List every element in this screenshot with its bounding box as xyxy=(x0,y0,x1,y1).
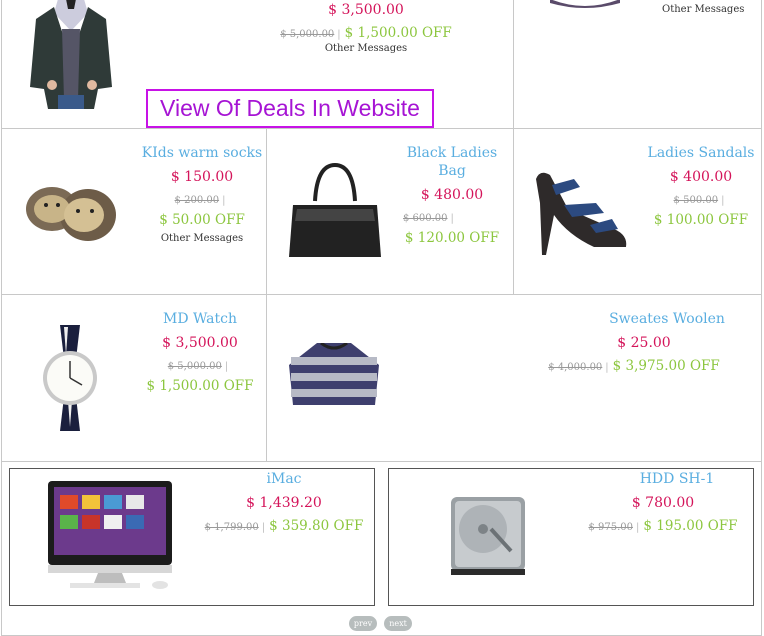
deal-cell-bag[interactable]: Black Ladies Bag $ 480.00 $ 600.00 | $ 12… xyxy=(266,128,514,295)
old-price: $ 975.00 xyxy=(588,522,633,533)
old-price: $ 500.00 xyxy=(673,195,719,206)
deal-info: $ 3,500.00 $ 5,000.00 | $ 1,500.00 OFF Oth… xyxy=(280,1,452,54)
deals-banner: View Of Deals In Website xyxy=(146,89,434,128)
discount: $ 1,500.00 OFF xyxy=(146,378,254,394)
product-name[interactable]: HDD SH-1 xyxy=(579,470,747,488)
old-price: $ 5,000.00 xyxy=(280,29,335,40)
separator: | xyxy=(450,213,454,224)
discount: $ 359.80 OFF xyxy=(269,518,364,534)
price-row: $ 500.00 | xyxy=(646,192,756,206)
separator: | xyxy=(721,195,725,206)
price-row: $ 1,799.00 | $ 359.80 OFF xyxy=(200,518,368,534)
old-price: $ 1,799.00 xyxy=(204,522,259,533)
other-messages: Other Messages xyxy=(160,233,244,244)
separator: | xyxy=(224,361,229,372)
sandal-image[interactable] xyxy=(534,169,630,255)
discount: $ 3,975.00 OFF xyxy=(612,358,720,374)
product-name[interactable]: MD Watch xyxy=(132,310,268,328)
sweater-image[interactable] xyxy=(287,343,381,409)
price-row: $ 200.00 | xyxy=(132,192,272,206)
separator: | xyxy=(605,362,609,373)
separator: | xyxy=(222,195,226,206)
old-price: $ 200.00 xyxy=(174,195,220,206)
price: $ 150.00 xyxy=(170,169,234,185)
product-name-line2[interactable]: Bag xyxy=(397,162,507,180)
deal-info: MD Watch $ 3,500.00 $ 5,000.00 | $ 1,500.… xyxy=(132,310,268,394)
other-messages: Other Messages xyxy=(324,43,408,54)
product-name[interactable]: iMac xyxy=(200,470,368,488)
product-name[interactable]: Black Ladies xyxy=(397,144,507,162)
price: $ 480.00 xyxy=(420,187,484,203)
price-row: $ 5,000.00 | xyxy=(132,358,268,372)
discount: $ 120.00 OFF xyxy=(404,230,500,246)
product-name[interactable]: Ladies Sandals xyxy=(646,144,756,162)
price-row: $ 5,000.00 | $ 1,500.00 OFF xyxy=(280,25,452,41)
deal-cell-hdd[interactable]: HDD SH-1 $ 780.00 $ 975.00 | $ 195.00 OFF xyxy=(388,468,754,606)
discount: $ 100.00 OFF xyxy=(653,212,749,228)
product-name[interactable]: Sweates Woolen xyxy=(529,310,739,328)
separator: | xyxy=(635,522,640,533)
deal-info: iMac $ 1,439.20 $ 1,799.00 | $ 359.80 OFF xyxy=(200,470,368,534)
separator: | xyxy=(337,29,341,40)
prev-button[interactable]: prev xyxy=(349,616,377,631)
socks-image[interactable] xyxy=(22,175,118,249)
deal-info: Ladies Sandals $ 400.00 $ 500.00 | $ 100.… xyxy=(646,144,756,228)
old-price: $ 600.00 xyxy=(403,213,448,224)
discount: $ 1,500.00 OFF xyxy=(344,25,452,41)
deal-cell-sandals[interactable]: Ladies Sandals $ 400.00 $ 500.00 | $ 100.… xyxy=(513,128,762,295)
hdd-image[interactable] xyxy=(447,493,529,577)
deal-info: Sweates Woolen $ 25.00 $ 4,000.00 | $ 3,97… xyxy=(529,310,739,374)
shoe-image[interactable] xyxy=(550,0,620,9)
price: $ 3,500.00 xyxy=(328,2,404,18)
imac-image[interactable] xyxy=(46,479,174,591)
price: $ 1,439.20 xyxy=(246,495,322,511)
old-price: $ 5,000.00 xyxy=(167,361,222,372)
deal-info: Black Ladies Bag $ 480.00 $ 600.00 | $ 12… xyxy=(397,144,507,246)
product-name[interactable]: KIds warm socks xyxy=(132,144,272,162)
deal-cell-watch[interactable]: MD Watch $ 3,500.00 $ 5,000.00 | $ 1,500.… xyxy=(1,294,267,462)
price: $ 25.00 xyxy=(617,335,671,351)
watch-image[interactable] xyxy=(36,325,104,431)
old-price: $ 4,000.00 xyxy=(548,362,603,373)
deal-info: HDD SH-1 $ 780.00 $ 975.00 | $ 195.00 OFF xyxy=(579,470,747,534)
discount: $ 195.00 OFF xyxy=(643,518,738,534)
price: $ 400.00 xyxy=(669,169,733,185)
discount: $ 50.00 OFF xyxy=(159,212,245,228)
separator: | xyxy=(261,522,266,533)
price-row: $ 975.00 | $ 195.00 OFF xyxy=(579,518,747,534)
deal-info: KIds warm socks $ 150.00 $ 200.00 | $ 50.… xyxy=(132,144,272,244)
blazer-image[interactable] xyxy=(28,0,114,109)
price: $ 3,500.00 xyxy=(162,335,238,351)
deal-cell-sweater[interactable]: Sweates Woolen $ 25.00 $ 4,000.00 | $ 3,97… xyxy=(266,294,762,462)
other-messages: Other Messages xyxy=(662,4,745,15)
price: $ 780.00 xyxy=(631,495,695,511)
deal-cell-top-right[interactable]: Other Messages xyxy=(513,0,762,129)
deal-cell-imac[interactable]: iMac $ 1,439.20 $ 1,799.00 | $ 359.80 OFF xyxy=(9,468,375,606)
price-row: $ 4,000.00 | $ 3,975.00 OFF xyxy=(529,358,739,374)
handbag-image[interactable] xyxy=(287,161,383,261)
deal-cell-socks[interactable]: KIds warm socks $ 150.00 $ 200.00 | $ 50.… xyxy=(1,128,267,295)
price-row: $ 600.00 | xyxy=(397,210,507,224)
next-button[interactable]: next xyxy=(384,616,412,631)
